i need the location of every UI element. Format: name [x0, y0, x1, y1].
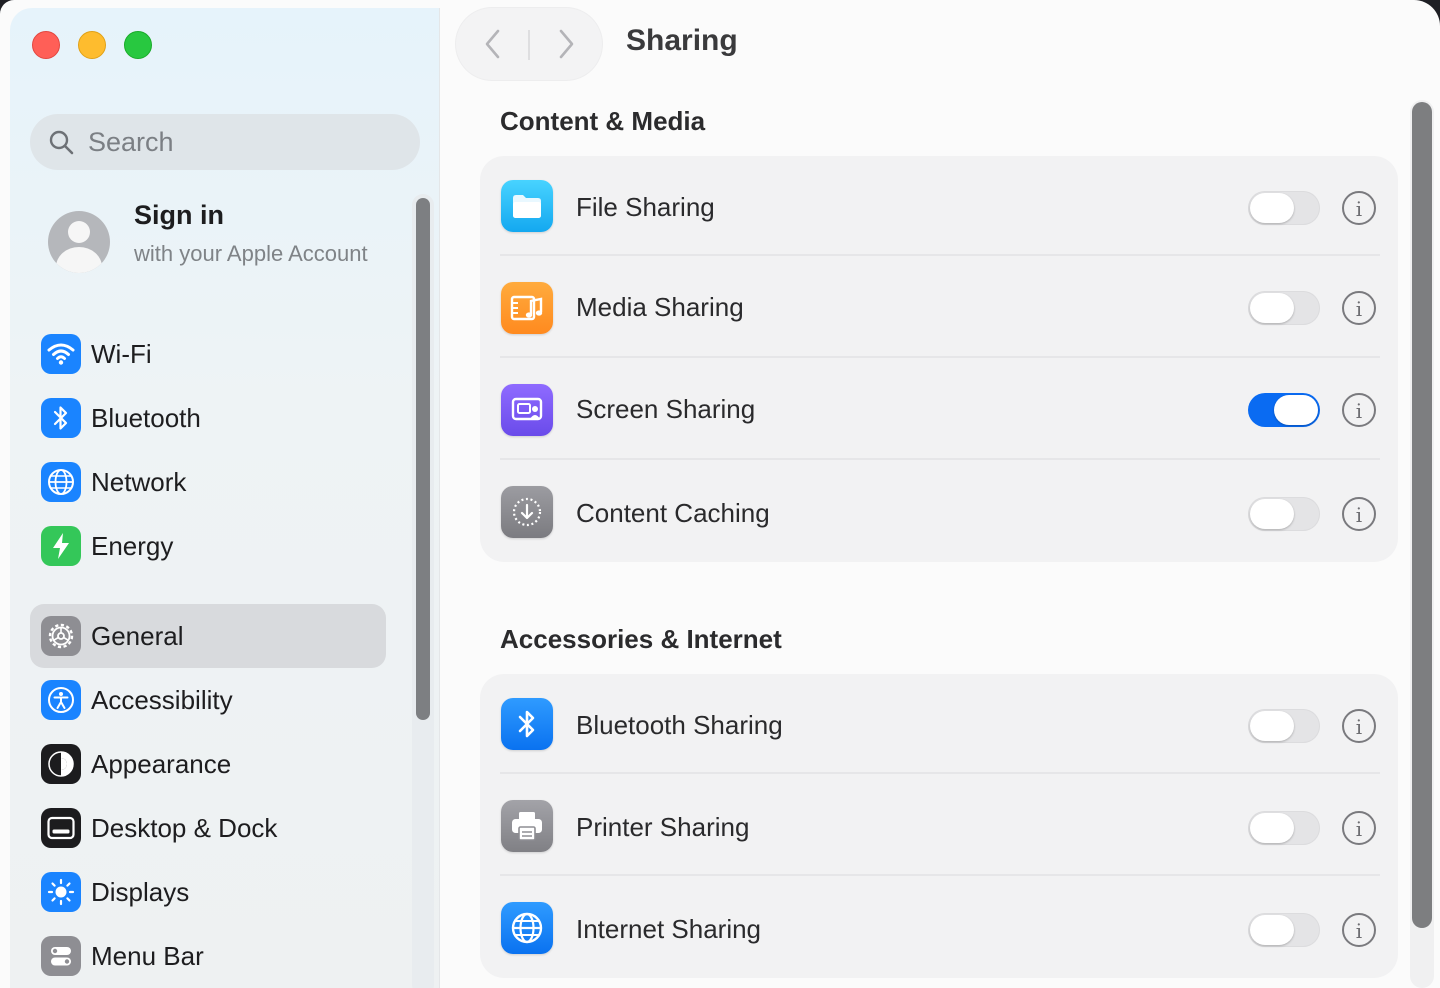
content-caching-toggle[interactable]	[1248, 497, 1320, 531]
info-icon: i	[1355, 714, 1363, 739]
appearance-icon	[41, 744, 81, 784]
sidebar-item-label: Menu Bar	[91, 940, 204, 971]
group-accessories-internet: Bluetooth Sharing i Printer Sharing i In…	[480, 674, 1398, 978]
media-sharing-label: Media Sharing	[576, 292, 744, 322]
content-caching-row: Content Caching i	[480, 460, 1398, 560]
wifi-icon	[41, 334, 81, 374]
sidebar-item-wifi[interactable]: Wi-Fi	[30, 322, 386, 386]
info-icon: i	[1355, 398, 1363, 423]
gear-icon	[41, 616, 81, 656]
menubar-icon	[41, 936, 81, 976]
sidebar-item-label: Displays	[91, 876, 190, 907]
forward-button[interactable]	[529, 8, 602, 80]
chevron-right-icon	[559, 29, 573, 59]
sidebar-item-accessibility[interactable]: Accessibility	[30, 668, 386, 732]
chevron-left-icon	[485, 29, 499, 59]
sidebar-item-bluetooth[interactable]: Bluetooth	[30, 386, 386, 450]
sidebar-item-label: Bluetooth	[91, 402, 201, 433]
sidebar-item-appearance[interactable]: Appearance	[30, 732, 386, 796]
sidebar-item-label: Appearance	[91, 748, 232, 779]
info-icon: i	[1355, 502, 1363, 527]
sidebar-item-desktop-dock[interactable]: Desktop & Dock	[30, 796, 386, 860]
sun-icon	[41, 872, 81, 912]
search-icon	[49, 130, 74, 155]
globe-icon	[41, 462, 81, 502]
bluetooth-icon	[501, 698, 553, 750]
info-icon: i	[1355, 296, 1363, 321]
printer-sharing-info-button[interactable]: i	[1342, 811, 1376, 845]
internet-sharing-label: Internet Sharing	[576, 914, 762, 944]
sidebar-item-general[interactable]: General	[30, 604, 386, 668]
screen-sharing-label: Screen Sharing	[576, 394, 756, 424]
file-sharing-info-button[interactable]: i	[1342, 191, 1376, 225]
sidebar-item-label: Wi-Fi	[91, 338, 152, 369]
sidebar-item-label: Energy	[91, 530, 174, 561]
bluetooth-sharing-info-button[interactable]: i	[1342, 709, 1376, 743]
sign-in-subtitle: with your Apple Account	[134, 241, 368, 266]
file-sharing-row: File Sharing i	[480, 156, 1398, 256]
folder-icon	[501, 180, 553, 232]
media-sharing-info-button[interactable]: i	[1342, 291, 1376, 325]
settings-window: Search Sign in with your Apple Account W…	[0, 0, 1440, 988]
printer-sharing-row: Printer Sharing i	[480, 776, 1398, 876]
sidebar-item-network[interactable]: Network	[30, 450, 386, 514]
minimize-button[interactable]	[78, 31, 106, 59]
bluetooth-sharing-row: Bluetooth Sharing i	[480, 674, 1398, 774]
content-caching-icon	[501, 486, 553, 538]
sidebar-item-menu-bar[interactable]: Menu Bar	[30, 924, 386, 988]
main-scrollbar-thumb[interactable]	[1412, 102, 1432, 928]
internet-sharing-row: Internet Sharing i	[480, 878, 1398, 978]
bluetooth-icon	[41, 398, 81, 438]
sidebar-item-label: General	[91, 620, 184, 651]
internet-sharing-info-button[interactable]: i	[1342, 913, 1376, 947]
printer-sharing-toggle[interactable]	[1248, 811, 1320, 845]
internet-sharing-toggle[interactable]	[1248, 913, 1320, 947]
screen-sharing-info-button[interactable]: i	[1342, 393, 1376, 427]
bluetooth-sharing-toggle[interactable]	[1248, 709, 1320, 743]
printer-sharing-label: Printer Sharing	[576, 812, 750, 842]
sidebar-scrollbar-thumb[interactable]	[416, 198, 430, 720]
globe-icon	[501, 902, 553, 954]
back-button[interactable]	[456, 8, 529, 80]
info-icon: i	[1355, 816, 1363, 841]
content-caching-info-button[interactable]: i	[1342, 497, 1376, 531]
media-icon	[501, 282, 553, 334]
accessibility-icon	[41, 680, 81, 720]
sidebar: Search Sign in with your Apple Account W…	[10, 8, 440, 988]
close-button[interactable]	[32, 31, 60, 59]
main-scrollbar[interactable]	[1410, 100, 1434, 988]
group-content-media: File Sharing i Media Sharing i Screen Sh…	[480, 156, 1398, 562]
media-sharing-row: Media Sharing i	[480, 258, 1398, 358]
screen-sharing-row: Screen Sharing i	[480, 360, 1398, 460]
screen-sharing-icon	[501, 384, 553, 436]
lightning-icon	[41, 526, 81, 566]
media-sharing-toggle[interactable]	[1248, 291, 1320, 325]
file-sharing-label: File Sharing	[576, 192, 715, 222]
screen-sharing-toggle[interactable]	[1248, 393, 1320, 427]
info-icon: i	[1355, 918, 1363, 943]
sidebar-scrollbar[interactable]	[412, 194, 434, 988]
printer-icon	[501, 800, 553, 852]
info-icon: i	[1355, 196, 1363, 221]
zoom-button[interactable]	[124, 31, 152, 59]
section-title-content-media: Content & Media	[500, 106, 706, 136]
bluetooth-sharing-label: Bluetooth Sharing	[576, 710, 783, 740]
dock-icon	[41, 808, 81, 848]
search-input[interactable]: Search	[30, 114, 420, 170]
sidebar-item-displays[interactable]: Displays	[30, 860, 386, 924]
page-title: Sharing	[626, 24, 738, 57]
sidebar-item-energy[interactable]: Energy	[30, 514, 386, 578]
sidebar-item-label: Network	[91, 466, 187, 497]
file-sharing-toggle[interactable]	[1248, 191, 1320, 225]
navigation-buttons	[456, 8, 602, 80]
sign-in-title: Sign in	[134, 200, 224, 230]
content-caching-label: Content Caching	[576, 498, 770, 528]
avatar	[48, 211, 110, 273]
sign-in-apple-account[interactable]: Sign in with your Apple Account	[46, 196, 406, 296]
sidebar-item-label: Desktop & Dock	[91, 812, 278, 843]
section-title-accessories-internet: Accessories & Internet	[500, 624, 782, 654]
sidebar-item-label: Accessibility	[91, 684, 233, 715]
search-placeholder: Search	[88, 126, 174, 157]
